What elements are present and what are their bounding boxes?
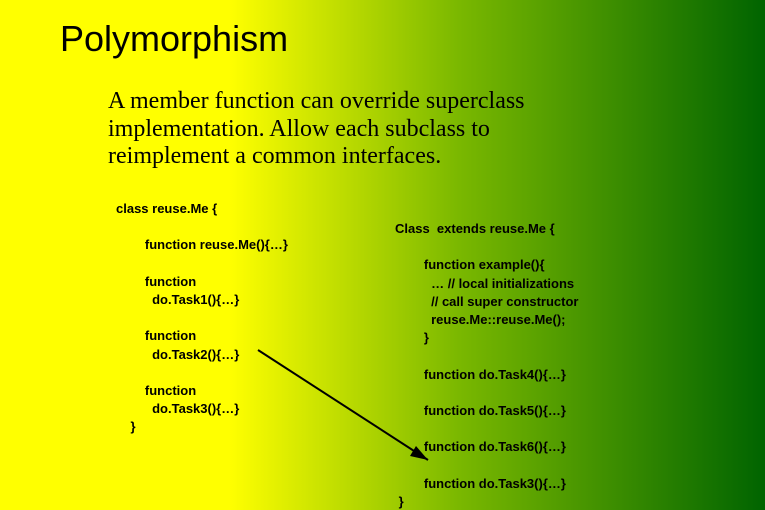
slide-body-text: A member function can override superclas… <box>108 88 588 171</box>
slide-title: Polymorphism <box>60 18 288 60</box>
code-block-right: Class extends reuse.Me { function exampl… <box>395 220 579 510</box>
code-block-left: class reuse.Me { function reuse.Me(){…} … <box>116 200 288 436</box>
